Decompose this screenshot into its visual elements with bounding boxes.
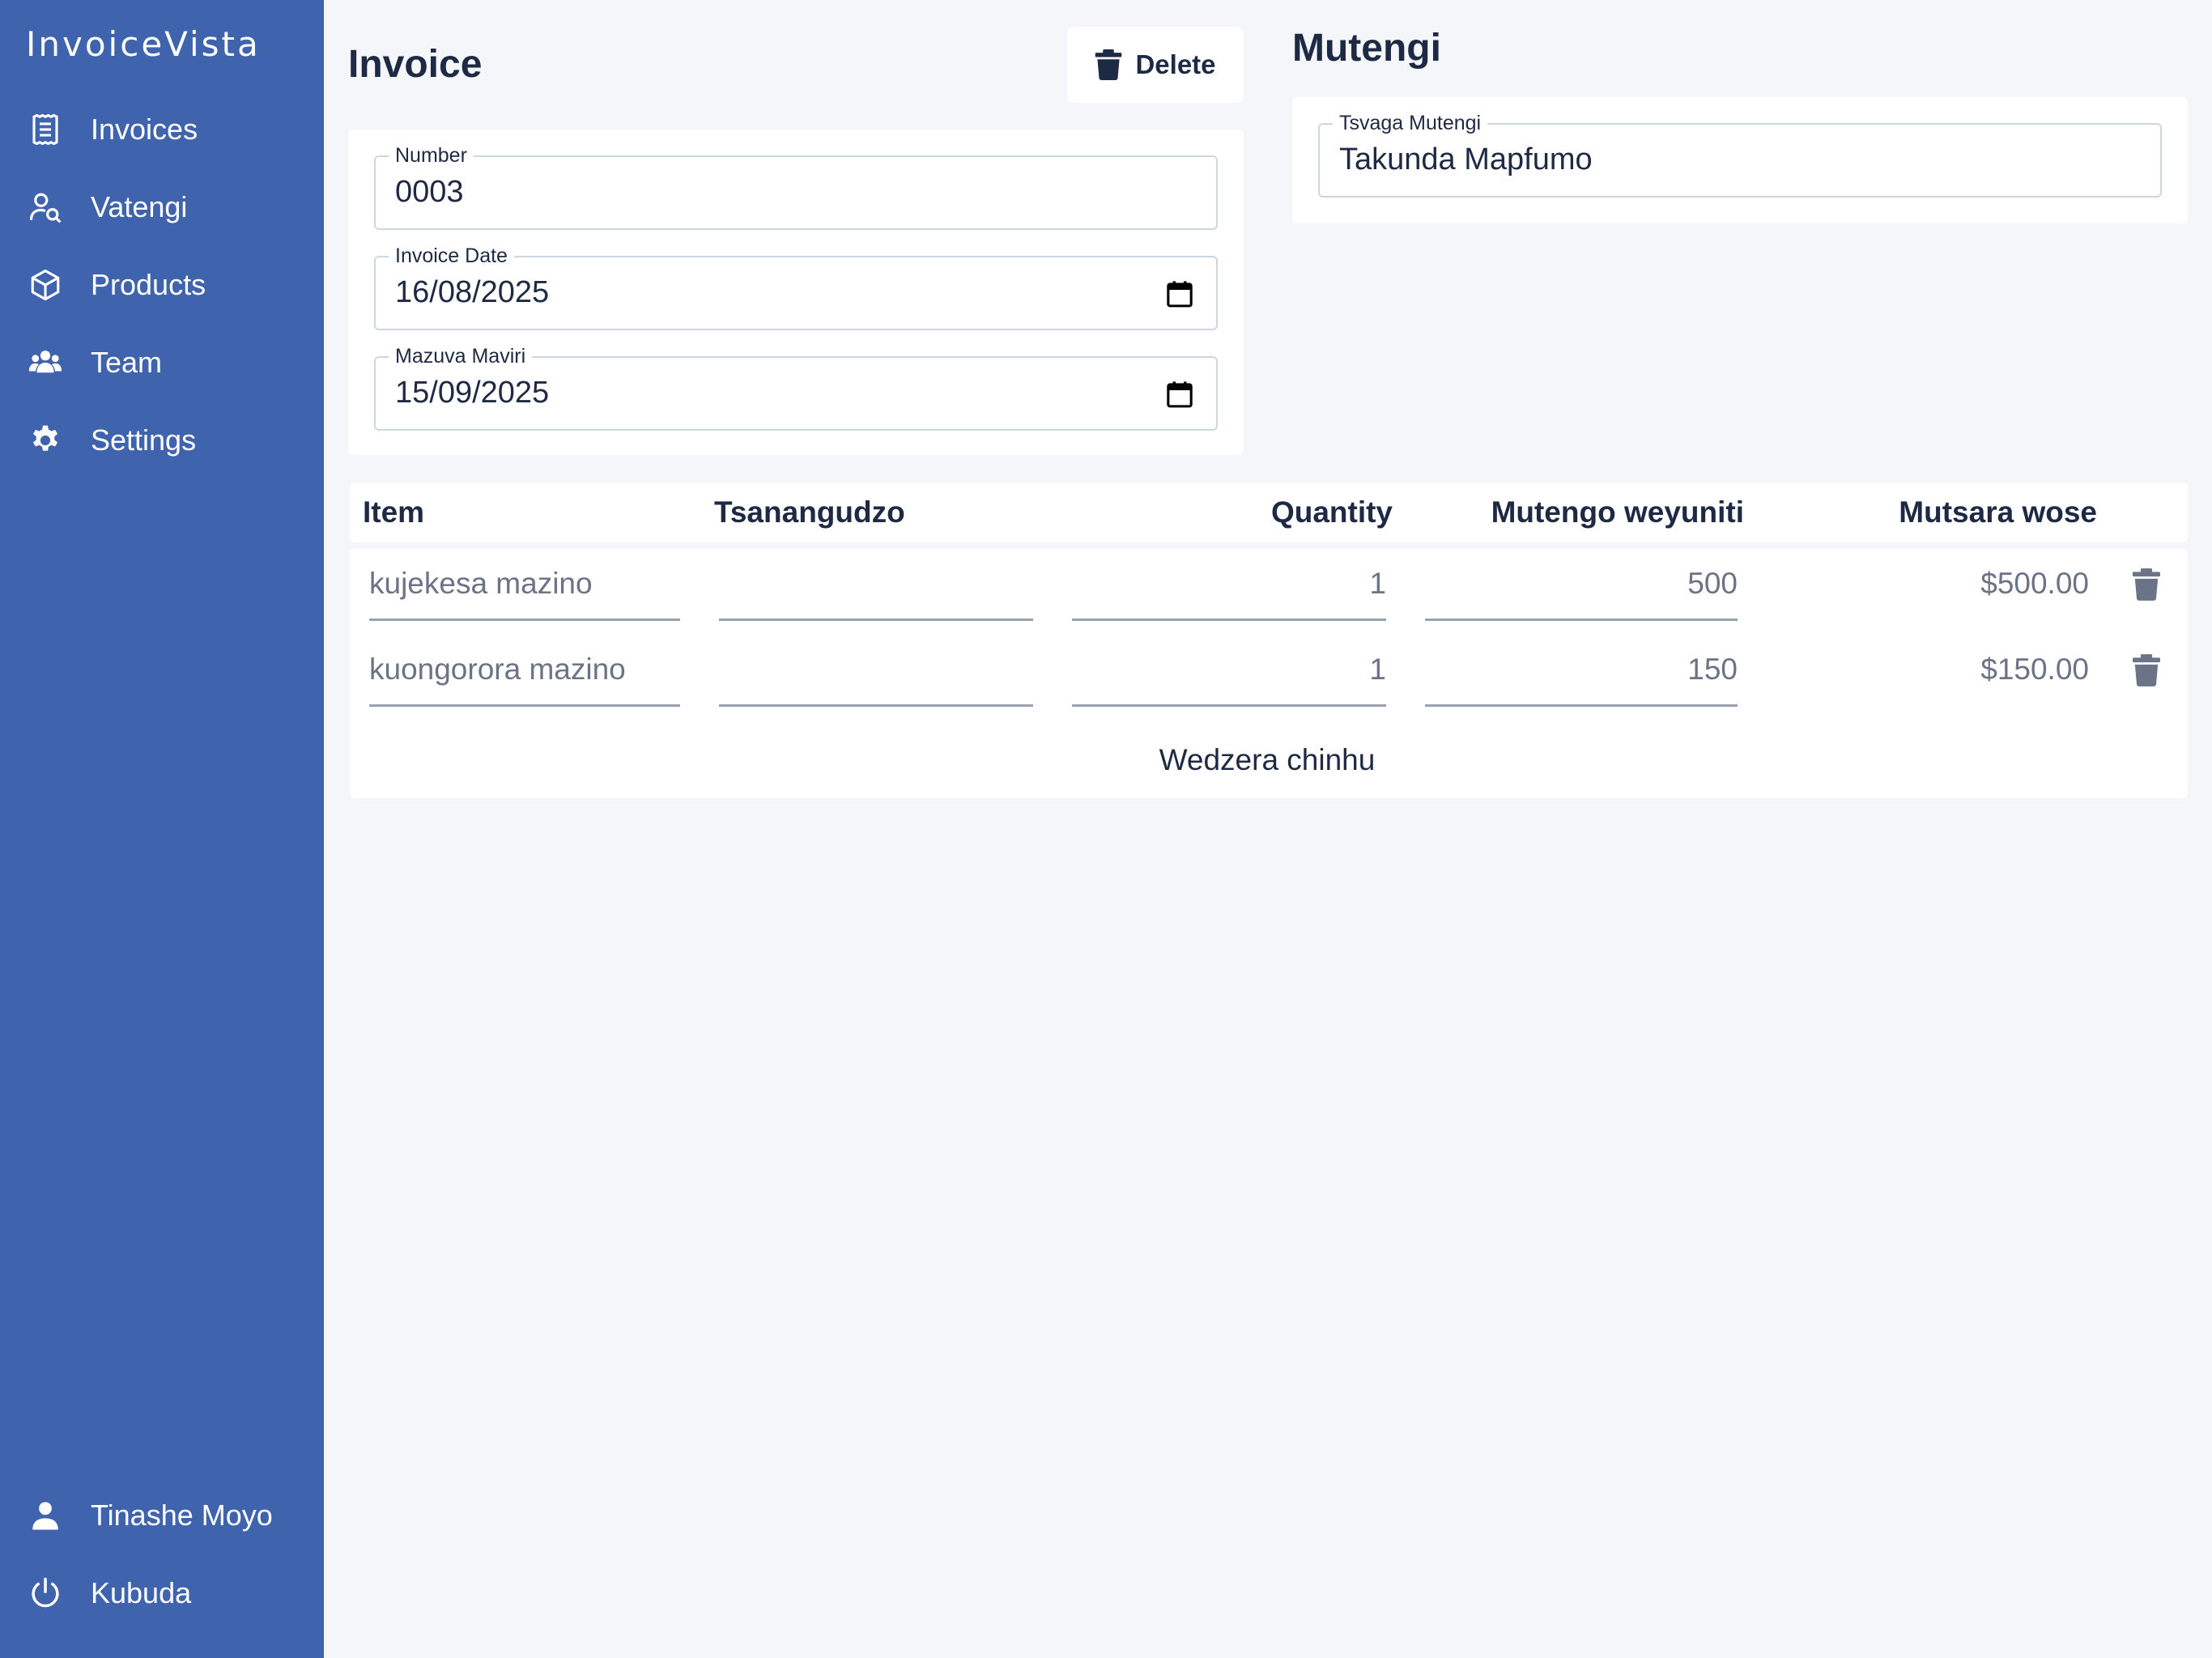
row1-quantity-input[interactable]: 1: [1072, 567, 1386, 601]
row2-quantity-input[interactable]: 1: [1072, 653, 1386, 687]
input-underline: [719, 704, 1033, 707]
row2-unit-price-input[interactable]: 150: [1425, 653, 1738, 687]
field-label: Number: [389, 144, 474, 168]
add-item-button[interactable]: Wedzera chinhu: [1101, 743, 1433, 777]
row1-delete-icon[interactable]: [2133, 568, 2160, 601]
column-header-line-total: Mutsara wose: [1899, 495, 2097, 529]
row1-item-input[interactable]: kujekesa mazino: [369, 567, 593, 601]
input-underline: [1072, 619, 1386, 621]
calendar-icon[interactable]: [1166, 380, 1193, 408]
field-label: Tsvaga Mutengi: [1333, 112, 1488, 135]
sidebar-item-settings[interactable]: Settings: [0, 408, 324, 473]
page-title: Invoice: [348, 43, 483, 86]
customer-search-field[interactable]: Tsvaga Mutengi Takunda Mapfumo: [1318, 112, 2162, 198]
trash-icon: [1095, 49, 1122, 80]
field-label: Invoice Date: [389, 244, 514, 268]
customer-card: Tsvaga Mutengi Takunda Mapfumo: [1292, 97, 2188, 223]
delete-button-label: Delete: [1135, 49, 1216, 79]
field-value: 0003: [395, 175, 464, 209]
brand-logo: InvoiceVista: [26, 24, 261, 64]
row1-unit-price-input[interactable]: 500: [1425, 567, 1738, 601]
delete-button[interactable]: Delete: [1067, 27, 1244, 103]
due-date-field[interactable]: Mazuva Maviri 15/09/2025: [374, 345, 1218, 431]
gear-icon: [28, 423, 63, 458]
column-header-quantity: Quantity: [1270, 495, 1393, 529]
sidebar-item-label: Vatengi: [91, 190, 188, 223]
power-icon: [28, 1575, 63, 1611]
team-icon: [28, 345, 63, 380]
invoice-number-field[interactable]: Number 0003: [374, 144, 1218, 230]
input-underline: [1072, 704, 1386, 707]
column-header-unit-price: Mutengo weyuniti: [1491, 495, 1744, 529]
input-underline: [1425, 619, 1738, 621]
field-value: 15/09/2025: [395, 376, 550, 410]
sidebar-item-label: Invoices: [91, 113, 198, 146]
row1-line-total: $500.00: [1980, 567, 2089, 600]
sidebar-item-label: Settings: [91, 423, 197, 457]
user-search-icon: [28, 189, 63, 225]
sidebar-item-vatengi[interactable]: Vatengi: [0, 175, 324, 240]
column-header-item: Item: [363, 495, 425, 529]
input-underline: [719, 619, 1033, 621]
field-value: Takunda Mapfumo: [1339, 142, 1593, 176]
sidebar-item-products[interactable]: Products: [0, 253, 324, 317]
row2-item-input[interactable]: kuongorora mazino: [369, 653, 626, 687]
row2-delete-icon[interactable]: [2133, 654, 2160, 687]
row2-description-input[interactable]: [719, 653, 1033, 693]
sidebar-item-label: Kubuda: [91, 1576, 192, 1609]
column-header-description: Tsanangudzo: [714, 495, 905, 529]
sidebar-item-label: Tinashe Moyo: [91, 1499, 273, 1532]
input-underline: [369, 619, 680, 621]
invoice-date-field[interactable]: Invoice Date 16/08/2025: [374, 244, 1218, 330]
sidebar-item-invoices[interactable]: Invoices: [0, 97, 324, 162]
row1-description-input[interactable]: [719, 567, 1033, 607]
sidebar-item-user[interactable]: Tinashe Moyo: [0, 1483, 324, 1548]
invoice-details-card: Number 0003 Invoice Date 16/08/2025 Mazu…: [348, 130, 1244, 455]
user-icon: [28, 1498, 63, 1533]
row2-line-total: $150.00: [1980, 653, 2089, 686]
input-underline: [1425, 704, 1738, 707]
customer-section-title: Mutengi: [1292, 27, 1441, 70]
sidebar-item-logout[interactable]: Kubuda: [0, 1561, 324, 1626]
field-label: Mazuva Maviri: [389, 345, 533, 368]
sidebar: InvoiceVista Invoices Vatengi Products T…: [0, 0, 324, 1658]
calendar-icon[interactable]: [1166, 280, 1193, 308]
field-value: 16/08/2025: [395, 275, 550, 309]
sidebar-item-label: Products: [91, 268, 206, 301]
input-underline: [369, 704, 680, 707]
sidebar-item-team[interactable]: Team: [0, 330, 324, 395]
sidebar-item-label: Team: [91, 346, 163, 379]
invoice-list-icon: [28, 112, 63, 147]
cube-icon: [28, 267, 63, 303]
